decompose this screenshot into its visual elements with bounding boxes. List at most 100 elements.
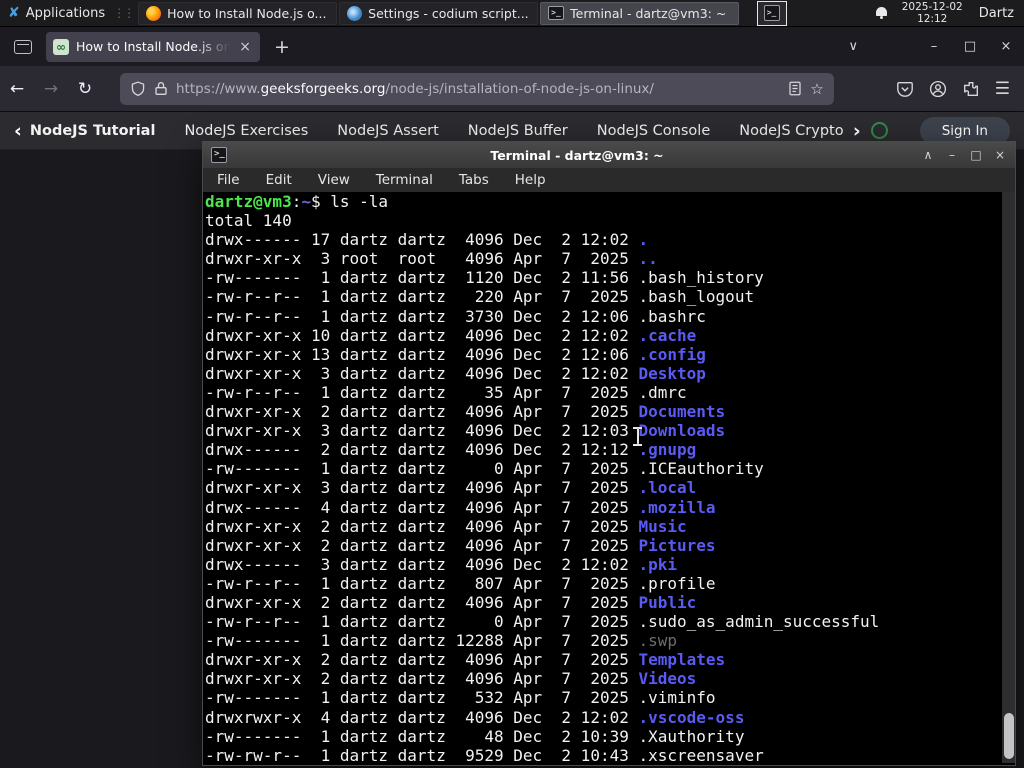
terminal-line: -rw-r--r-- 1 dartz dartz 807 Apr 7 2025 … [205,573,716,593]
bookmark-star-icon[interactable]: ☆ [810,80,823,98]
browser-tab-bar: ∞ How to Install Node.js on × + ∨ – □ × [0,27,1024,66]
notification-bell-icon[interactable] [875,7,888,19]
list-all-tabs-icon[interactable]: ∨ [848,39,858,54]
terminal-window: >_ Terminal - dartz@vm3: ~ ∧ – □ × File E… [202,141,1016,766]
codium-icon [347,5,363,21]
terminal-line: -rw-r--r-- 1 dartz dartz 35 Apr 7 2025 .… [205,382,687,402]
terminal-line: drwxr-xr-x 3 dartz dartz 4096 Apr 7 2025… [205,478,697,498]
site-nav-items: NodeJS Tutorial NodeJS Exercises NodeJS As… [30,123,873,139]
terminal-scrollbar[interactable] [1002,192,1015,763]
firefox-view-icon[interactable] [14,39,32,54]
directory-name: Templates [638,650,726,670]
forward-button[interactable]: → [34,79,68,99]
terminal-line: drwxr-xr-x 3 dartz dartz 4096 Dec 2 12:0… [205,421,726,441]
directory-name: .gnupg [638,440,697,460]
site-nav-item[interactable]: NodeJS Buffer [468,123,568,139]
terminal-output[interactable]: dartz@vm3:~$ ls -la total 140 drwx------ 1… [205,192,1001,763]
applications-menu-button[interactable]: ✘ Applications [0,0,113,26]
url-bar[interactable]: https://www.geeksforgeeks.org/node-js/in… [120,72,834,105]
window-button[interactable]: >_ Terminal - dartz@vm3: ~ [540,1,740,25]
terminal-line: drwxr-xr-x 2 dartz dartz 4096 Apr 7 2025… [205,592,697,612]
panel-separator: ⋮⋮ [113,6,135,20]
panel-clock[interactable]: 2025-12-02 12:12 [902,1,963,25]
browser-tab[interactable]: ∞ How to Install Node.js on × [46,31,260,62]
file-name: .sudo_as_admin_successful [638,612,880,632]
terminal-maximize-button[interactable]: □ [969,148,983,162]
tab-close-icon[interactable]: × [237,39,253,55]
terminal-line: drwxr-xr-x 3 dartz dartz 4096 Dec 2 12:0… [205,363,706,383]
browser-maximize-button[interactable]: □ [952,39,988,54]
extensions-puzzle-icon[interactable] [962,80,980,98]
terminal-line: -rw-rw-r-- 1 dartz dartz 9529 Dec 2 10:4… [205,745,764,763]
directory-name: Music [638,516,687,536]
directory-name: Desktop [638,363,706,383]
directory-name: .vscode-oss [638,707,745,727]
terminal-line: drwxr-xr-x 13 dartz dartz 4096 Dec 2 12:… [205,344,706,364]
terminal-minimize-button[interactable]: – [945,148,959,162]
desktop: ✘ Applications ⋮⋮ How to Install Node.js… [0,0,1024,768]
terminal-line: drwxr-xr-x 2 dartz dartz 4096 Apr 7 2025… [205,650,726,670]
reader-mode-icon[interactable] [788,81,802,96]
terminal-line: -rw------- 1 dartz dartz 48 Dec 2 10:39 … [205,726,745,746]
directory-name: .mozilla [638,497,716,517]
panel-username[interactable]: Dartz [979,6,1014,21]
terminal-menu-tabs[interactable]: Tabs [459,172,489,188]
window-button-label: Terminal - dartz@vm3: ~ [570,5,727,21]
terminal-menu-file[interactable]: File [217,172,240,188]
file-name: .bash_logout [638,287,755,307]
nav-scroll-right-icon[interactable]: › [853,120,861,142]
site-nav-item[interactable]: NodeJS Console [597,123,711,139]
site-nav-item[interactable]: NodeJS Exercises [184,123,308,139]
directory-name: .. [638,249,658,269]
browser-close-button[interactable]: × [988,39,1024,54]
firefox-icon [146,5,162,21]
directory-name: Documents [638,402,726,422]
browser-minimize-button[interactable]: – [916,39,952,54]
terminal-menu-help[interactable]: Help [515,172,546,188]
terminal-line: drwxr-xr-x 2 dartz dartz 4096 Apr 7 2025… [205,669,697,689]
window-button[interactable]: How to Install Node.js o... [138,1,338,25]
terminal-line: -rw------- 1 dartz dartz 532 Apr 7 2025 … [205,688,716,708]
directory-name: . [638,230,649,250]
tracking-shield-icon[interactable] [130,81,146,97]
directory-name: .local [638,478,697,498]
terminal-menu-bar: File Edit View Terminal Tabs Help [203,168,1015,192]
lock-icon[interactable] [154,81,168,96]
distro-logo-icon: ✘ [8,5,20,21]
directory-name: Pictures [638,535,716,555]
terminal-total-line: total 140 [205,211,292,231]
terminal-line: drwxr-xr-x 10 dartz dartz 4096 Dec 2 12:… [205,325,697,345]
browser-toolbar: ← → ↻ https://www.geeksforgeeks.org/node… [0,66,1024,112]
terminal-close-button[interactable]: × [993,148,1007,162]
menu-hamburger-icon[interactable]: ☰ [995,79,1010,99]
terminal-line: -rw------- 1 dartz dartz 0 Apr 7 2025 .I… [205,459,764,479]
terminal-line: drwxr-xr-x 3 root root 4096 Apr 7 2025 .… [205,249,658,269]
directory-name: Public [638,592,697,612]
site-nav-item[interactable]: NodeJS Crypto [739,123,843,139]
clock-time: 12:12 [917,13,948,25]
account-icon[interactable] [929,80,947,98]
file-name: .ICEauthority [638,459,764,479]
terminal-line: drwxr-xr-x 2 dartz dartz 4096 Apr 7 2025… [205,535,716,555]
terminal-launcher-button[interactable]: >_ [756,0,787,26]
search-icon[interactable] [870,122,888,139]
terminal-scrollbar-thumb[interactable] [1003,713,1014,759]
pocket-icon[interactable] [896,80,914,98]
back-button[interactable]: ← [0,79,34,99]
new-tab-button[interactable]: + [274,36,290,58]
terminal-line: drwx------ 4 dartz dartz 4096 Apr 7 2025… [205,497,716,517]
site-nav-item[interactable]: NodeJS Tutorial [30,123,156,139]
clock-date: 2025-12-02 [901,1,963,13]
terminal-menu-terminal[interactable]: Terminal [376,172,433,188]
site-nav-item[interactable]: NodeJS Assert [337,123,439,139]
terminal-menu-view[interactable]: View [318,172,350,188]
terminal-title-bar[interactable]: >_ Terminal - dartz@vm3: ~ ∧ – □ × [203,142,1015,168]
terminal-line: drwx------ 3 dartz dartz 4096 Dec 2 12:0… [205,554,678,574]
terminal-shade-button[interactable]: ∧ [921,148,935,162]
terminal-line: -rw-r--r-- 1 dartz dartz 3730 Dec 2 12:0… [205,306,706,326]
reload-button[interactable]: ↻ [68,79,102,99]
terminal-menu-edit[interactable]: Edit [266,172,292,188]
toolbar-icon-group: ☰ [896,79,1024,99]
window-button[interactable]: Settings - codium script... [339,1,539,25]
nav-scroll-left-icon[interactable]: ‹ [14,120,22,142]
